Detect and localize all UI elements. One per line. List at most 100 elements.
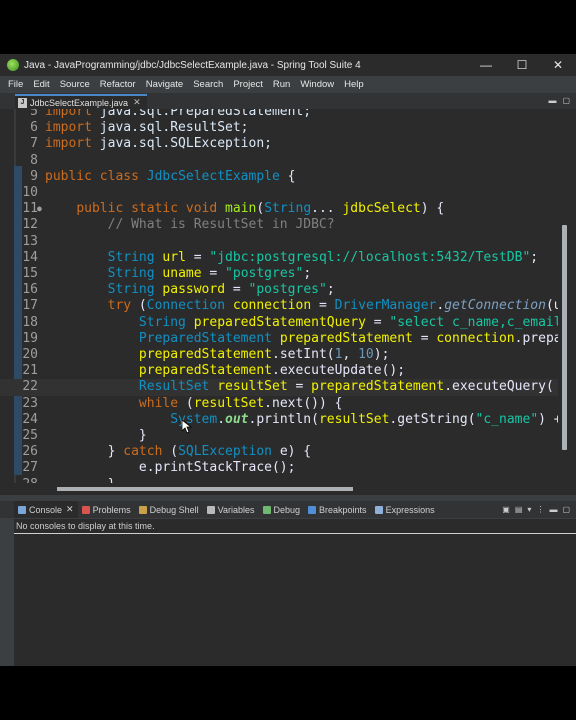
maximize-button[interactable]: ☐ xyxy=(504,54,540,76)
close-button[interactable]: ✕ xyxy=(540,54,576,76)
fold-marker-icon[interactable]: ● xyxy=(37,201,42,217)
code-line[interactable]: 20 preparedStatement.setInt(1, 10); xyxy=(0,347,558,363)
line-number: 23 xyxy=(22,395,38,411)
code-line[interactable]: 23 while (resultSet.next()) { xyxy=(0,396,558,412)
problems-icon xyxy=(81,505,90,514)
minimize-view-icon[interactable]: ▬ xyxy=(549,505,557,514)
console-tab-breakpoints[interactable]: Breakpoints xyxy=(304,505,371,515)
display-console-icon[interactable]: ▤ xyxy=(515,505,523,514)
line-text: try (Connection connection = DriverManag… xyxy=(107,298,562,314)
console-toolbar: ▣ ▤ ▾ ⋮ ▬ ▢ xyxy=(502,505,570,514)
line-text: preparedStatement.executeUpdate(); xyxy=(138,363,406,379)
code-line[interactable]: 7 import java.sql.SQLException; xyxy=(0,136,558,152)
code-line[interactable]: 27 e.printStackTrace(); xyxy=(0,460,558,476)
code-line[interactable]: 9 public class JdbcSelectExample { xyxy=(0,169,558,185)
line-number: 19 xyxy=(22,330,38,346)
menu-help[interactable]: Help xyxy=(339,79,369,90)
breakpoints-icon xyxy=(308,505,317,514)
code-line[interactable]: 13 xyxy=(0,234,558,250)
ide-window: Java - JavaProgramming/jdbc/JdbcSelectEx… xyxy=(0,54,576,666)
console-tab-expressions[interactable]: Expressions xyxy=(371,505,439,515)
code-line[interactable]: 24 System.out.println(resultSet.getStrin… xyxy=(0,412,561,428)
console-tab-console[interactable]: Console ✕ xyxy=(14,501,78,518)
line-number: 16 xyxy=(22,282,38,298)
code-line[interactable]: 5 import java.sql.PreparedStatement; xyxy=(0,109,558,120)
code-line[interactable]: 11 ● public static void main(String... jd… xyxy=(0,201,558,217)
code-line[interactable]: 10 xyxy=(0,185,558,201)
line-text: // What is ResultSet in JDBC? xyxy=(45,217,335,233)
menu-refactor[interactable]: Refactor xyxy=(95,79,141,90)
vertical-scrollbar[interactable] xyxy=(558,109,576,495)
minimize-view-icon[interactable]: ▬ xyxy=(548,96,556,105)
code-line[interactable]: 25 } xyxy=(0,428,558,444)
line-text: ResultSet resultSet = preparedStatement.… xyxy=(138,379,554,395)
menu-file[interactable]: File xyxy=(3,79,28,90)
line-text: import java.sql.PreparedStatement; xyxy=(45,109,312,119)
console-panel: No consoles to display at this time. xyxy=(14,519,576,666)
line-number: 17 xyxy=(22,298,38,314)
code-editor[interactable]: 5 import java.sql.PreparedStatement; 6 impo… xyxy=(0,109,576,495)
line-text: } catch (SQLException e) { xyxy=(45,444,312,460)
tab-close-icon[interactable]: ✕ xyxy=(133,97,141,108)
code-line[interactable]: 19 PreparedStatement preparedStatement =… xyxy=(0,330,561,347)
maximize-view-icon[interactable]: ▢ xyxy=(562,96,570,105)
window-title: Java - JavaProgramming/jdbc/JdbcSelectEx… xyxy=(24,59,361,71)
console-tab-label: Debug xyxy=(273,504,301,515)
code-line[interactable]: 8 xyxy=(0,153,558,169)
line-text: preparedStatement.setInt(1, 10); xyxy=(138,347,390,362)
line-number: 9 xyxy=(30,168,38,184)
console-close-icon[interactable]: ✕ xyxy=(66,504,74,515)
maximize-view-icon[interactable]: ▢ xyxy=(562,505,570,514)
line-number: 26 xyxy=(22,444,38,460)
menu-run[interactable]: Run xyxy=(268,79,295,90)
line-number: 12 xyxy=(22,217,38,233)
menu-source[interactable]: Source xyxy=(55,79,95,90)
console-tab-debug-shell[interactable]: Debug Shell xyxy=(135,505,203,515)
line-text: import java.sql.SQLException; xyxy=(45,136,272,152)
view-menu-icon[interactable]: ⋮ xyxy=(536,505,544,514)
code-line[interactable]: 14 String url = "jdbc:postgresql://local… xyxy=(0,250,558,266)
menu-window[interactable]: Window xyxy=(295,79,339,90)
code-line[interactable]: 17 try (Connection connection = DriverMa… xyxy=(0,298,561,314)
line-number: 14 xyxy=(22,249,38,265)
code-line[interactable]: 21 preparedStatement.executeUpdate(); xyxy=(0,363,558,379)
console-tab-variables[interactable]: Variables xyxy=(203,505,259,515)
console-tab-label: Problems xyxy=(92,504,131,515)
code-line[interactable]: 16 String password = "postgres"; xyxy=(0,282,558,298)
line-number: 7 xyxy=(30,136,38,152)
line-text: while (resultSet.next()) { xyxy=(138,395,343,411)
code-line[interactable]: 15 String uname = "postgres"; xyxy=(0,266,558,282)
line-number: 22 xyxy=(22,379,38,395)
menu-navigate[interactable]: Navigate xyxy=(141,79,189,90)
menu-project[interactable]: Project xyxy=(228,79,268,90)
pin-console-icon[interactable]: ▣ xyxy=(502,505,510,514)
code-line[interactable]: 6 import java.sql.ResultSet; xyxy=(0,120,558,136)
line-text: } xyxy=(45,428,147,443)
horizontal-scrollbar[interactable] xyxy=(0,483,558,495)
code-line[interactable]: 26 } catch (SQLException e) { xyxy=(0,444,558,460)
code-area[interactable]: 5 import java.sql.PreparedStatement; 6 impo… xyxy=(0,109,562,495)
line-number: 15 xyxy=(22,266,38,281)
line-number: 10 xyxy=(22,185,38,200)
menu-search[interactable]: Search xyxy=(188,79,228,90)
menu-bar: File Edit Source Refactor Navigate Searc… xyxy=(0,76,576,93)
debug-icon xyxy=(262,505,271,514)
vertical-scroll-thumb[interactable] xyxy=(562,225,567,450)
line-text: System.out.println(resultSet.getString("… xyxy=(170,411,562,427)
code-line[interactable]: 12 // What is ResultSet in JDBC? xyxy=(0,217,558,233)
console-tab-debug[interactable]: Debug xyxy=(259,505,305,515)
line-text: PreparedStatement preparedStatement = co… xyxy=(138,330,562,346)
open-console-icon[interactable]: ▾ xyxy=(527,505,531,514)
console-icon xyxy=(18,505,26,514)
console-tab-problems[interactable]: Problems xyxy=(78,505,135,515)
line-text: import java.sql.ResultSet; xyxy=(45,120,249,136)
line-text: e.printStackTrace(); xyxy=(138,460,296,476)
console-tab-label: Variables xyxy=(217,504,255,515)
menu-edit[interactable]: Edit xyxy=(28,79,54,90)
minimize-button[interactable]: — xyxy=(468,54,504,76)
line-text: String uname = "postgres"; xyxy=(107,266,312,281)
editor-tab-jdbcselectexample[interactable]: J JdbcSelectExample.java ✕ xyxy=(15,94,147,109)
horizontal-scroll-thumb[interactable] xyxy=(57,487,353,491)
code-line[interactable]: 22 ResultSet resultSet = preparedStateme… xyxy=(0,379,558,396)
code-line[interactable]: 18 String preparedStatementQuery = "sele… xyxy=(0,315,561,331)
